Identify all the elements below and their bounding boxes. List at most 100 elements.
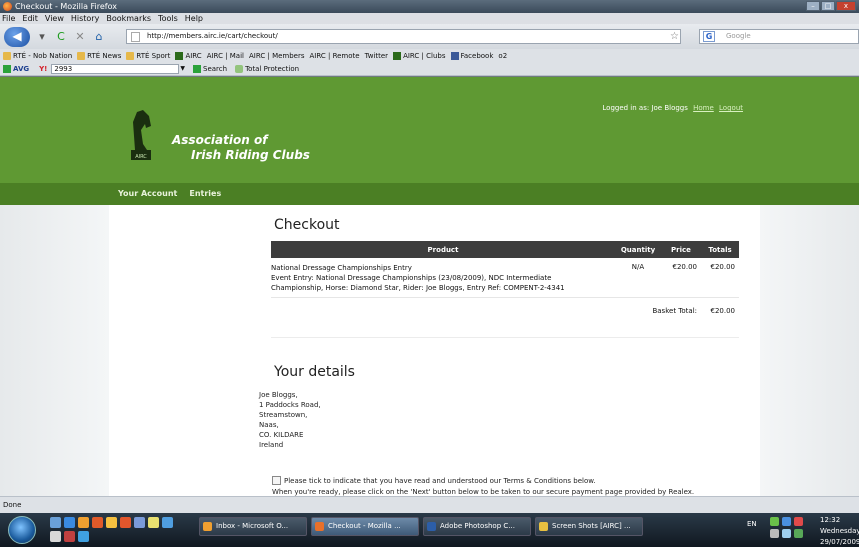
app-icon[interactable] [162, 517, 173, 528]
language-indicator[interactable]: EN [747, 520, 757, 528]
bookmark-twitter[interactable]: Twitter [0, 52, 859, 545]
avg-button[interactable]: AVG [13, 65, 29, 73]
bookmark-airc[interactable]: AIRC [175, 51, 202, 60]
app-icon[interactable] [106, 517, 117, 528]
logout-link[interactable]: Logout [719, 104, 743, 112]
network-icon[interactable] [770, 529, 779, 538]
tray-icon[interactable] [770, 517, 779, 526]
basket-total-label: Basket Total: [652, 307, 697, 315]
task-buttons: Inbox - Microsoft O... Checkout - Mozill… [199, 517, 643, 536]
avg-search-button[interactable]: Search [193, 64, 227, 73]
bookmark-label: Facebook [460, 51, 494, 60]
bookmark-airc-members[interactable]: AIRC | Members [0, 51, 859, 545]
minimize-button[interactable]: – [806, 1, 820, 11]
terms-checkbox[interactable] [272, 476, 281, 485]
item-total: €20.00 [701, 258, 739, 298]
menu-help[interactable]: Help [185, 14, 203, 23]
bookmark-facebook[interactable]: Facebook [450, 51, 494, 60]
next-instructions: When you're ready, please click on the '… [272, 488, 695, 496]
bookmark-airc-clubs[interactable]: AIRC | Clubs [393, 51, 446, 60]
task-firefox[interactable]: Checkout - Mozilla ... [311, 517, 419, 536]
product-detail-1: Event Entry: National Dressage Champions… [271, 274, 552, 282]
status-bar: Done [0, 496, 859, 513]
start-button[interactable] [8, 516, 36, 544]
tray-icon[interactable] [794, 529, 803, 538]
task-explorer[interactable]: Screen Shots [AIRC] ... [535, 517, 643, 536]
app-icon[interactable] [92, 517, 103, 528]
navigation-toolbar: ◀ ▾ C ✕ ⌂ http://members.airc.ie/cart/ch… [0, 24, 859, 49]
bookmark-star-icon[interactable]: ☆ [670, 31, 679, 42]
address-line: CO. KILDARE [259, 431, 304, 439]
bookmark-rte-sport[interactable]: RTÉ Sport [126, 51, 170, 60]
app-icon[interactable] [64, 531, 75, 542]
home-link[interactable]: Home [693, 104, 714, 112]
back-button[interactable]: ◀ [4, 26, 30, 47]
site-logo-text[interactable]: Association of Irish Riding Clubs [172, 133, 310, 163]
page-gutter-right [760, 205, 859, 496]
bookmark-label: RTÉ - Nob Nation [13, 51, 73, 60]
bookmark-label: AIRC | Members [249, 51, 305, 60]
address-line: 1 Paddocks Road, [259, 401, 321, 409]
total-protection-button[interactable]: Total Protection [235, 64, 299, 73]
app-icon[interactable] [50, 531, 61, 542]
web-page: AIRC Association of Irish Riding Clubs L… [0, 77, 859, 496]
volume-icon[interactable] [782, 529, 791, 538]
bookmark-airc-mail[interactable]: AIRC | Mail [0, 51, 859, 545]
address-line: Joe Bloggs, [259, 391, 298, 399]
task-photoshop[interactable]: Adobe Photoshop C... [423, 517, 531, 536]
menu-tools[interactable]: Tools [158, 14, 178, 23]
bookmark-airc-remote[interactable]: AIRC | Remote [0, 52, 859, 545]
maximize-button[interactable]: □ [821, 1, 835, 11]
app-icon[interactable] [148, 517, 159, 528]
task-label: Inbox - Microsoft O... [216, 522, 289, 530]
app-icon[interactable] [50, 517, 61, 528]
address-line: Ireland [259, 441, 284, 449]
stop-icon[interactable]: ✕ [73, 30, 87, 44]
cart-header-row: Product Quantity Price Totals [271, 241, 739, 258]
forward-dropdown-icon[interactable]: ▾ [35, 30, 49, 44]
tray-icon[interactable] [794, 517, 803, 526]
bookmark-o2[interactable]: o2 [0, 52, 859, 545]
avg-toolbar: AVG Y! 2993 ▼ Search Total Protection [0, 62, 859, 76]
app-icon[interactable] [78, 517, 89, 528]
system-tray [770, 517, 810, 538]
menu-bookmarks[interactable]: Bookmarks [106, 14, 151, 23]
bookmark-rte-news[interactable]: RTÉ News [77, 51, 122, 60]
google-icon[interactable]: G [703, 31, 715, 42]
col-quantity: Quantity [615, 241, 661, 258]
col-product: Product [271, 241, 615, 258]
search-input[interactable]: G Google [699, 29, 859, 44]
app-icon[interactable] [120, 517, 131, 528]
col-price: Price [661, 241, 701, 258]
home-icon[interactable]: ⌂ [92, 30, 106, 44]
clock[interactable]: 12:32 Wednesday 29/07/2009 [820, 515, 859, 547]
main-content: Checkout Product Quantity Price Totals N… [109, 205, 760, 496]
tray-icon[interactable] [782, 517, 791, 526]
bookmark-label: RTÉ News [87, 51, 122, 60]
app-icon[interactable] [134, 517, 145, 528]
app-icon[interactable] [78, 531, 89, 542]
chevron-down-icon[interactable]: ▼ [180, 65, 185, 72]
bookmarks-toolbar: RTÉ - Nob Nation RTÉ News RTÉ Sport AIRC… [0, 49, 859, 545]
menu-edit[interactable]: Edit [22, 14, 38, 23]
nav-entries[interactable]: Entries [189, 189, 221, 198]
product-name: National Dressage Championships Entry [271, 264, 412, 272]
item-price: €20.00 [661, 258, 701, 298]
task-outlook[interactable]: Inbox - Microsoft O... [199, 517, 307, 536]
bookmark-label: AIRC | Mail [206, 51, 244, 60]
yahoo-icon[interactable]: Y! [39, 65, 47, 73]
bookmark-rte-nob-nation[interactable]: RTÉ - Nob Nation [3, 51, 73, 60]
menu-file[interactable]: File [2, 14, 15, 23]
bookmark-label: AIRC [185, 51, 202, 60]
avg-search-input[interactable]: 2993 [51, 63, 180, 74]
close-button[interactable]: x [836, 1, 856, 11]
reload-icon[interactable]: C [54, 30, 68, 44]
outlook-icon [203, 522, 212, 531]
menu-view[interactable]: View [45, 14, 64, 23]
bookmark-label: AIRC | Clubs [403, 51, 446, 60]
url-bar[interactable]: http://members.airc.ie/cart/checkout/ [126, 29, 681, 44]
app-icon[interactable] [64, 517, 75, 528]
menu-history[interactable]: History [71, 14, 99, 23]
site-nav: Your Account Entries [0, 183, 859, 205]
nav-your-account[interactable]: Your Account [118, 189, 177, 198]
